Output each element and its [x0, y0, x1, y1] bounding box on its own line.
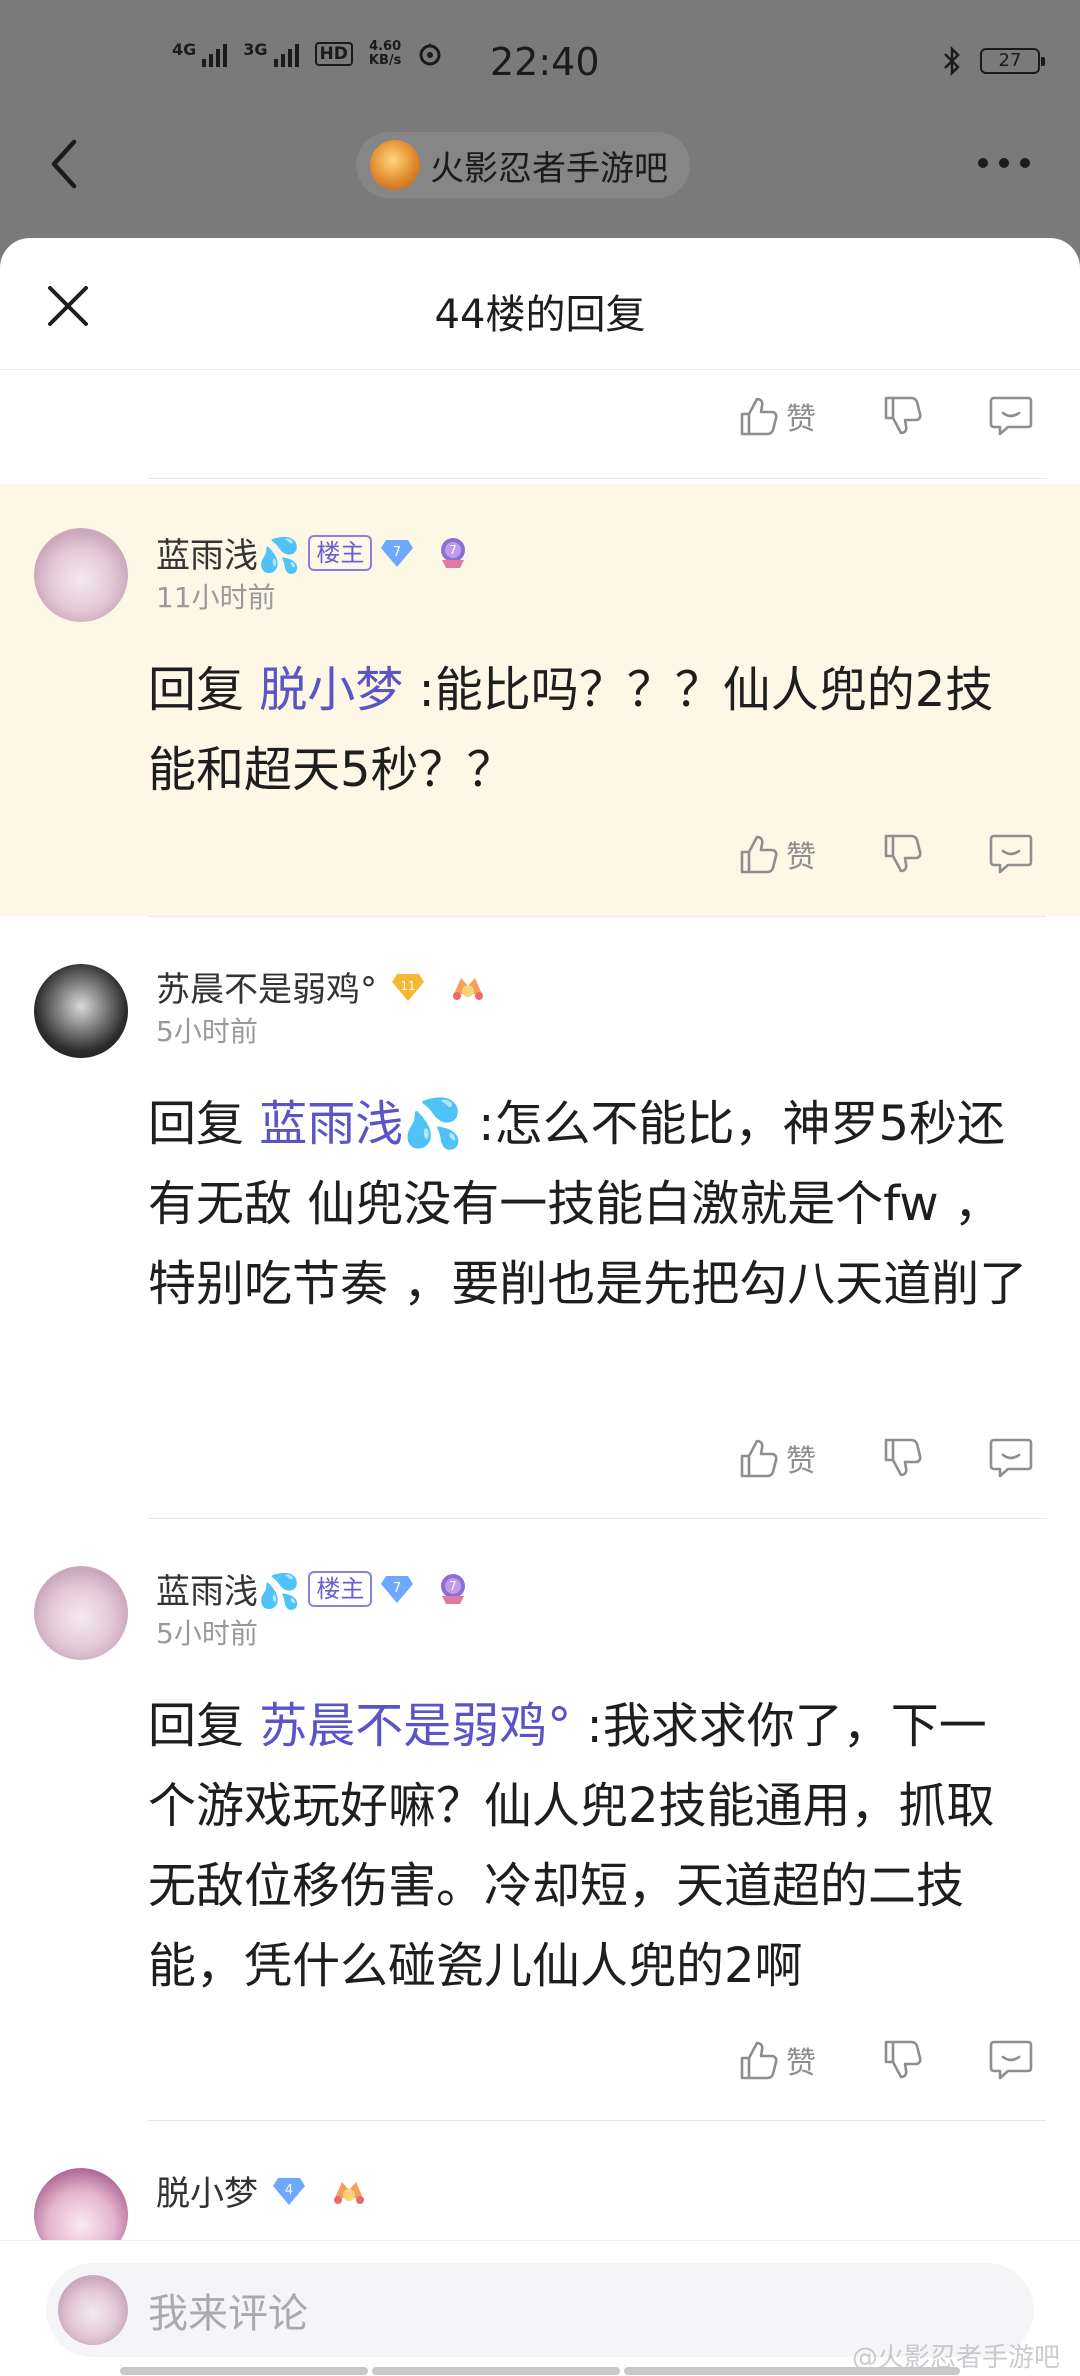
- mention-link[interactable]: 苏晨不是弱鸡°: [259, 1698, 571, 1754]
- comment-input-placeholder: 我来评论: [148, 2291, 308, 2337]
- level-gem-icon: 7: [381, 1575, 414, 1603]
- thumbs-down-icon[interactable]: [880, 1436, 924, 1480]
- comment-author-row: 蓝雨浅💦 楼主 7 7: [156, 1564, 470, 1613]
- reply-comment-icon[interactable]: [988, 2038, 1034, 2082]
- forum-name: 火影忍者手游吧: [430, 148, 668, 189]
- avatar[interactable]: [34, 528, 128, 622]
- avatar[interactable]: [34, 964, 128, 1058]
- thumbs-down-icon[interactable]: [880, 832, 924, 876]
- username[interactable]: 脱小梦: [156, 2166, 258, 2215]
- medal-icon: [334, 2181, 364, 2204]
- username[interactable]: 蓝雨浅💦: [156, 528, 300, 577]
- level-gem-icon: 7: [381, 539, 414, 567]
- comment-author-row: 脱小梦 4: [156, 2166, 370, 2215]
- thumbs-up-icon: [740, 397, 778, 436]
- speed-value: 4.60: [369, 39, 402, 54]
- forum-title-pill[interactable]: 火影忍者手游吧: [356, 132, 690, 198]
- comment-item: 蓝雨浅💦 楼主 7 7 11小时前 回复 脱小梦 :能比吗？？？仙人兜的2技能和…: [0, 484, 1080, 916]
- status-left: 4G 3G HD 4.60 KB/s: [172, 40, 443, 68]
- svg-text:4: 4: [285, 2183, 293, 2198]
- divider: [148, 1518, 1046, 1519]
- owner-badge: 楼主: [308, 534, 373, 571]
- comment-time: 5小时前: [156, 1617, 258, 1650]
- thumbs-down-icon[interactable]: [880, 394, 924, 438]
- nav-indicator: [120, 2367, 368, 2375]
- reply-prefix: 回复: [148, 1698, 260, 1754]
- reply-prefix: 回复: [148, 1096, 260, 1152]
- like-button[interactable]: 赞: [736, 2038, 816, 2082]
- username[interactable]: 蓝雨浅💦: [156, 1564, 300, 1613]
- owner-badge: 楼主: [308, 1570, 373, 1607]
- svg-text:7: 7: [393, 545, 401, 560]
- reply-comment-icon[interactable]: [988, 1436, 1034, 1480]
- medal-icon: [453, 977, 483, 1000]
- bluetooth-icon: [944, 46, 960, 76]
- comment-content: 回复 苏晨不是弱鸡° :我求求你了，下一个游戏玩好嘛？仙人兜2技能通用，抓取无敌…: [148, 1686, 1028, 2006]
- hd-voice-icon: HD: [314, 42, 353, 66]
- thumbs-up-icon: [740, 1439, 778, 1478]
- network-speed: 4.60 KB/s: [369, 40, 401, 68]
- hotspot-icon: [419, 43, 441, 66]
- comment-time: 5小时前: [156, 1015, 258, 1048]
- username[interactable]: 苏晨不是弱鸡°: [156, 962, 377, 1011]
- action-bar: 赞: [0, 2030, 1080, 2100]
- medal-icon: 7: [441, 1573, 466, 1604]
- like-label: 赞: [786, 2046, 816, 2081]
- medal-icon: 7: [441, 537, 466, 568]
- avatar[interactable]: [34, 1566, 128, 1660]
- forum-logo-icon: [370, 140, 420, 190]
- like-button[interactable]: 赞: [736, 394, 816, 438]
- like-button[interactable]: 赞: [736, 1436, 816, 1480]
- comment-item: 蓝雨浅💦 楼主 7 7 5小时前 回复 苏晨不是弱鸡° :我求求你了，下一个游戏…: [0, 1520, 1080, 2120]
- svg-text:7: 7: [450, 543, 458, 557]
- network-3g-label: 3G: [243, 40, 268, 59]
- reply-prefix: 回复: [148, 662, 260, 718]
- comment-author-row: 蓝雨浅💦 楼主 7 7: [156, 528, 470, 577]
- divider: [148, 916, 1046, 917]
- mention-link[interactable]: 脱小梦: [259, 662, 403, 718]
- network-4g-label: 4G: [172, 40, 197, 59]
- reply-comment-icon[interactable]: [988, 832, 1034, 876]
- svg-text:7: 7: [450, 1579, 458, 1593]
- action-bar: 赞: [0, 386, 1080, 456]
- thumbs-up-icon: [740, 2041, 778, 2080]
- thumbs-down-icon[interactable]: [880, 2038, 924, 2082]
- battery-icon: 27: [980, 48, 1045, 74]
- clock: 22:40: [490, 40, 600, 84]
- like-label: 赞: [786, 840, 816, 875]
- my-avatar: [58, 2275, 128, 2345]
- level-gem-icon: 4: [273, 2177, 305, 2205]
- bottom-comment-bar: 我来评论 @火影忍者手游吧: [0, 2240, 1080, 2376]
- action-bar: 赞: [0, 824, 1080, 894]
- reply-sheet: 44楼的回复 赞 蓝雨浅💦 楼主 7 7 11小时前 回复 脱小梦 :能比吗？？…: [0, 238, 1080, 2376]
- divider: [148, 2120, 1046, 2121]
- comment-author-row: 苏晨不是弱鸡° 11: [156, 962, 489, 1011]
- comment-time: 11小时前: [156, 581, 276, 614]
- more-options-icon[interactable]: [978, 158, 1030, 168]
- svg-text:11: 11: [400, 979, 415, 993]
- speed-unit: KB/s: [368, 53, 402, 68]
- sheet-header: 44楼的回复: [0, 238, 1080, 370]
- nav-indicator: [624, 2367, 960, 2375]
- mention-link[interactable]: 蓝雨浅💦: [259, 1096, 463, 1152]
- back-arrow-icon[interactable]: [46, 138, 82, 190]
- comment-content: 回复 脱小梦 :能比吗？？？仙人兜的2技能和超天5秒？？: [148, 650, 1028, 810]
- signal-icon: [202, 41, 228, 67]
- level-gem-icon: 11: [392, 973, 424, 1001]
- divider: [148, 478, 1046, 479]
- status-bar: 4G 3G HD 4.60 KB/s 22:40 27: [0, 0, 1080, 130]
- comment-content: 回复 蓝雨浅💦 :怎么不能比，神罗5秒还有无敌 仙兜没有一技能白激就是个fw ，…: [148, 1084, 1028, 1324]
- status-right: 27: [942, 46, 1045, 76]
- reply-comment-icon[interactable]: [988, 394, 1034, 438]
- action-bar: 赞: [0, 1428, 1080, 1498]
- nav-indicator: [372, 2367, 620, 2375]
- thumbs-up-icon: [740, 835, 778, 874]
- like-label: 赞: [786, 1444, 816, 1479]
- signal-icon-2: [273, 41, 299, 67]
- comment-item: 苏晨不是弱鸡° 11 5小时前 回复 蓝雨浅💦 :怎么不能比，神罗5秒还有无敌 …: [0, 918, 1080, 1518]
- like-label: 赞: [786, 402, 816, 437]
- svg-text:7: 7: [393, 1581, 401, 1596]
- like-button[interactable]: 赞: [736, 832, 816, 876]
- sheet-title: 44楼的回复: [434, 292, 646, 338]
